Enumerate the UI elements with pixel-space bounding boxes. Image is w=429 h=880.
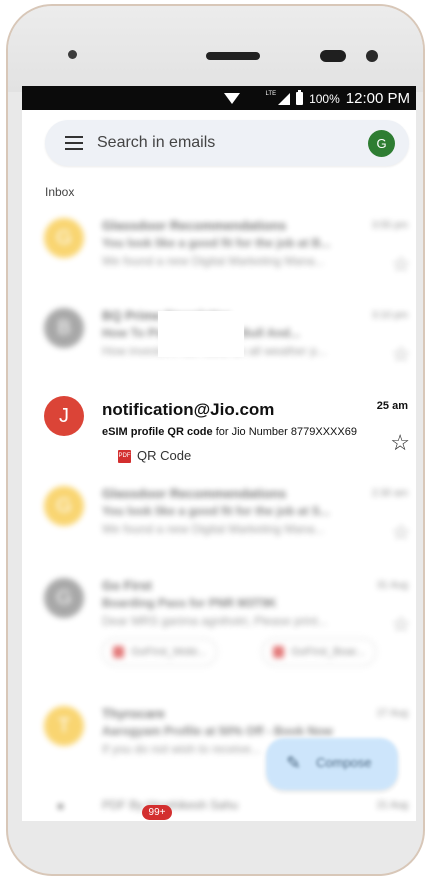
star-icon[interactable]: ☆ — [392, 342, 410, 367]
email-sender: notification@Jio.com — [102, 400, 275, 419]
email-subject: You look like a good fit for the job at … — [102, 236, 331, 250]
email-snippet: We found a new Digital Marketing Mana... — [102, 254, 325, 268]
battery-icon — [296, 90, 304, 105]
email-row[interactable]: G Go First Boarding Pass for PNR M3T9K D… — [22, 578, 416, 678]
status-time: 12:00 PM — [345, 90, 410, 107]
email-subject: Aarogyam Profile at 50% Off - Book Now — [102, 724, 333, 738]
star-icon[interactable]: ☆ — [390, 430, 410, 456]
mail-count-badge: 99+ — [142, 805, 172, 820]
lte-label: LTE — [265, 90, 277, 97]
star-icon[interactable]: ☆ — [392, 612, 410, 637]
email-sender: Go First — [102, 578, 152, 593]
sender-avatar: J — [44, 396, 84, 436]
battery-percent: 100% — [309, 91, 340, 106]
email-snippet: Dear MRS garima agnihotri, Please print.… — [102, 614, 328, 628]
email-row[interactable]: G Glassdoor Recommendations You look lik… — [22, 486, 416, 576]
email-subject: You look like a good fit for the job at … — [102, 504, 330, 518]
email-subject: eSIM profile QR code for Jio Number 8779… — [102, 426, 357, 438]
email-time: 25 am — [376, 400, 408, 412]
email-time: 31 Aug — [376, 580, 408, 591]
sender-avatar: G — [44, 486, 84, 526]
search-bar[interactable]: Search in emails G — [45, 120, 409, 166]
email-row-partial[interactable]: PDF By Hrushikesh Sahu 21 Aug — [22, 796, 416, 821]
email-subject-rest: for Jio Number 8779XXXX69 — [212, 426, 357, 438]
redaction-box — [158, 311, 244, 357]
attachment[interactable]: PDF QR Code — [118, 448, 192, 464]
star-icon[interactable]: ☆ — [392, 520, 410, 545]
proximity-sensor — [320, 50, 346, 62]
wifi-icon — [223, 93, 240, 104]
search-input[interactable]: Search in emails — [97, 134, 215, 152]
sender-avatar: G — [44, 578, 84, 618]
email-sender: Thyrocare — [102, 706, 165, 721]
email-sender: Glassdoor Recommendations — [102, 486, 287, 501]
email-time: 3:10 pm — [371, 310, 408, 321]
status-bar: LTE 100% 12:00 PM — [22, 86, 416, 110]
email-time: 21 Aug — [376, 800, 408, 811]
compose-label: Compose — [316, 755, 372, 770]
sensor-dot-icon — [366, 50, 378, 62]
inbox-label: Inbox — [45, 185, 75, 199]
email-time: 27 Aug — [376, 708, 408, 719]
pencil-icon: ✎ — [286, 753, 302, 773]
sender-avatar: G — [44, 218, 84, 258]
gmail-screen: LTE 100% 12:00 PM Search in emails G Inb… — [22, 86, 416, 821]
email-sender: Glassdoor Recommendations — [102, 218, 287, 233]
bullet-icon — [58, 804, 63, 809]
email-time: 3:55 pm — [371, 220, 408, 231]
attachment-chip[interactable]: GoFirst_Boar... — [262, 638, 376, 666]
attachment-chip[interactable]: GoFirst_Mobi... — [102, 638, 218, 666]
email-row-focused[interactable]: J notification@Jio.com 25 am eSIM profil… — [22, 396, 416, 486]
star-icon[interactable]: ☆ — [392, 252, 410, 277]
email-snippet: If you do not wish to receive... — [102, 742, 261, 756]
email-time: 2:30 am — [371, 488, 408, 499]
compose-button[interactable]: ✎ Compose — [266, 738, 398, 790]
account-avatar[interactable]: G — [368, 130, 395, 157]
pdf-icon: PDF — [118, 450, 131, 464]
email-subject-bold: eSIM profile QR code — [102, 426, 213, 438]
signal-icon — [278, 92, 291, 105]
menu-icon[interactable] — [65, 136, 83, 150]
email-snippet: We found a new Digital Marketing Mana... — [102, 522, 325, 536]
email-row[interactable]: G Glassdoor Recommendations You look lik… — [22, 218, 416, 308]
front-camera-icon — [68, 50, 77, 59]
sender-avatar: B — [44, 308, 84, 348]
attachment-name: QR Code — [137, 448, 192, 463]
phone-bezel-top — [8, 6, 423, 92]
email-subject: Boarding Pass for PNR M3T9K — [102, 596, 277, 610]
earpiece-speaker — [206, 52, 260, 60]
sender-avatar: T — [44, 706, 84, 746]
